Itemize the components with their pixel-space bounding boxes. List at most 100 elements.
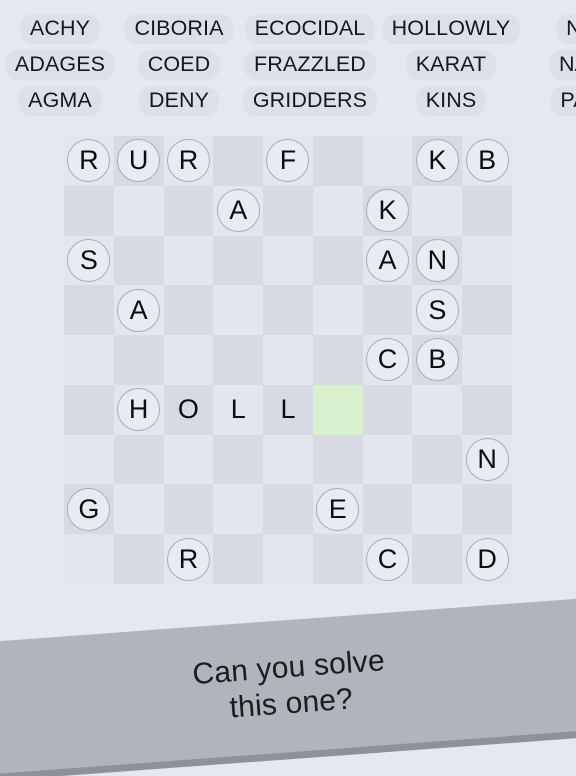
board-cell-r6-c5[interactable]: [312, 434, 363, 485]
board-cell-r8-c3[interactable]: [213, 534, 264, 584]
board-cell-r2-c4[interactable]: [263, 235, 313, 286]
letter-tile[interactable]: H: [117, 388, 161, 432]
board-cell-r4-c8[interactable]: [462, 335, 512, 385]
board-cell-r8-c0[interactable]: [64, 534, 114, 584]
board-cell-r3-c7[interactable]: S: [412, 285, 463, 336]
board-cell-r7-c4[interactable]: [263, 484, 313, 535]
board-cell-r8-c4[interactable]: [263, 534, 313, 584]
board-cell-r2-c8[interactable]: [462, 235, 512, 286]
word-pill[interactable]: FRAZZLED: [244, 50, 376, 80]
board-cell-r0-c0[interactable]: R: [64, 136, 114, 186]
letter-tile[interactable]: F: [266, 139, 310, 183]
letter-tile[interactable]: S: [67, 238, 111, 282]
word-pill[interactable]: NA: [548, 50, 576, 80]
letter-tile[interactable]: N: [465, 438, 509, 482]
letter-tile[interactable]: R: [166, 537, 210, 581]
board-cell-r3-c4[interactable]: [263, 285, 313, 336]
board-cell-r3-c0[interactable]: [64, 285, 114, 336]
board-cell-r2-c3[interactable]: [213, 235, 264, 286]
board-cell-r5-c4[interactable]: L: [263, 384, 313, 435]
word-pill[interactable]: ACHY: [19, 14, 101, 44]
board-cell-r6-c4[interactable]: [263, 434, 313, 485]
board-cell-r5-c8[interactable]: [462, 384, 512, 435]
board-cell-r4-c5[interactable]: [312, 335, 363, 385]
letter-tile[interactable]: A: [216, 189, 260, 233]
board-cell-r1-c1[interactable]: [113, 185, 164, 236]
letter-tile[interactable]: G: [67, 487, 111, 531]
board-cell-r7-c7[interactable]: [412, 484, 463, 535]
board-cell-r7-c2[interactable]: [163, 484, 214, 535]
board-cell-r6-c6[interactable]: [362, 434, 413, 485]
board-cell-r6-c3[interactable]: [213, 434, 264, 485]
board-cell-r7-c8[interactable]: [462, 484, 512, 535]
board-cell-r0-c5[interactable]: [312, 136, 363, 186]
word-pill[interactable]: ECOCIDAL: [244, 14, 376, 44]
board-cell-r0-c8[interactable]: B: [462, 136, 512, 186]
board-cell-r7-c0[interactable]: G: [64, 484, 114, 535]
board-cell-r3-c1[interactable]: A: [113, 285, 164, 336]
board-cell-r2-c2[interactable]: [163, 235, 214, 286]
word-pill[interactable]: GRIDDERS: [242, 86, 378, 116]
board-cell-r0-c2[interactable]: R: [163, 136, 214, 186]
board-cell-r6-c1[interactable]: [113, 434, 164, 485]
board-cell-r5-c5[interactable]: [312, 384, 363, 435]
letter-tile[interactable]: S: [415, 288, 459, 332]
board-cell-r0-c7[interactable]: K: [412, 136, 463, 186]
board-cell-r5-c6[interactable]: [362, 384, 413, 435]
board-cell-r4-c0[interactable]: [64, 335, 114, 385]
letter-tile[interactable]: A: [117, 288, 161, 332]
board-cell-r1-c7[interactable]: [412, 185, 463, 236]
letter-tile[interactable]: C: [366, 338, 410, 382]
board-cell-r4-c4[interactable]: [263, 335, 313, 385]
pending-letter[interactable]: O: [178, 396, 199, 423]
board-cell-r3-c5[interactable]: [312, 285, 363, 336]
word-pill[interactable]: N: [556, 14, 576, 44]
board-cell-r1-c3[interactable]: A: [213, 185, 264, 236]
board-cell-r8-c1[interactable]: [113, 534, 164, 584]
letter-tile[interactable]: K: [415, 139, 459, 183]
board-cell-r3-c3[interactable]: [213, 285, 264, 336]
letter-tile[interactable]: N: [415, 238, 459, 282]
board-cell-r6-c2[interactable]: [163, 434, 214, 485]
board-cell-r8-c5[interactable]: [312, 534, 363, 584]
word-pill[interactable]: CIBORIA: [124, 14, 234, 44]
letter-tile[interactable]: B: [415, 338, 459, 382]
game-board[interactable]: RURFKBAKSANASCBHOLLNGERCD: [64, 136, 512, 584]
board-cell-r1-c0[interactable]: [64, 185, 114, 236]
letter-tile[interactable]: A: [366, 238, 410, 282]
board-cell-r2-c1[interactable]: [113, 235, 164, 286]
board-cell-r5-c0[interactable]: [64, 384, 114, 435]
letter-tile[interactable]: U: [117, 139, 161, 183]
board-cell-r3-c2[interactable]: [163, 285, 214, 336]
word-pill[interactable]: KINS: [415, 86, 487, 116]
board-cell-r5-c7[interactable]: [412, 384, 463, 435]
board-cell-r2-c7[interactable]: N: [412, 235, 463, 286]
board-cell-r1-c2[interactable]: [163, 185, 214, 236]
board-cell-r7-c1[interactable]: [113, 484, 164, 535]
board-cell-r3-c8[interactable]: [462, 285, 512, 336]
board-cell-r0-c1[interactable]: U: [113, 136, 164, 186]
board-cell-r3-c6[interactable]: [362, 285, 413, 336]
letter-tile[interactable]: D: [465, 537, 509, 581]
board-cell-r7-c6[interactable]: [362, 484, 413, 535]
board-cell-r6-c7[interactable]: [412, 434, 463, 485]
board-cell-r7-c5[interactable]: E: [312, 484, 363, 535]
pending-letter[interactable]: L: [231, 396, 246, 423]
letter-tile[interactable]: R: [166, 139, 210, 183]
board-cell-r7-c3[interactable]: [213, 484, 264, 535]
word-pill[interactable]: AGMA: [18, 86, 102, 116]
board-cell-r8-c7[interactable]: [412, 534, 463, 584]
board-cell-r6-c8[interactable]: N: [462, 434, 512, 485]
board-cell-r1-c4[interactable]: [263, 185, 313, 236]
letter-tile[interactable]: C: [366, 537, 410, 581]
board-cell-r4-c1[interactable]: [113, 335, 164, 385]
board-cell-r0-c4[interactable]: F: [263, 136, 313, 186]
board-cell-r0-c6[interactable]: [362, 136, 413, 186]
board-cell-r4-c6[interactable]: C: [362, 335, 413, 385]
board-cell-r4-c7[interactable]: B: [412, 335, 463, 385]
board-cell-r1-c6[interactable]: K: [362, 185, 413, 236]
word-pill[interactable]: DENY: [138, 86, 220, 116]
board-cell-r2-c5[interactable]: [312, 235, 363, 286]
word-pill[interactable]: HOLLOWLY: [381, 14, 521, 44]
board-cell-r2-c0[interactable]: S: [64, 235, 114, 286]
